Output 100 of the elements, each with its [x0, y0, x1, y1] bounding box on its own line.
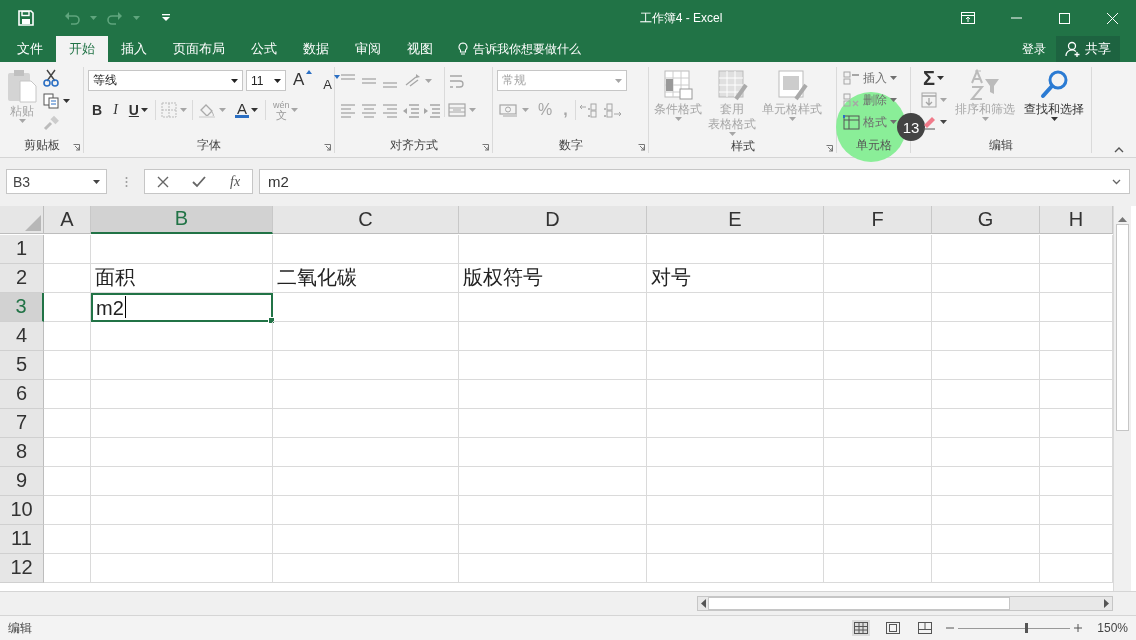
- text-orientation-icon[interactable]: [404, 72, 422, 89]
- row-header[interactable]: 1: [0, 234, 44, 264]
- align-right-icon[interactable]: [381, 101, 399, 118]
- zoom-level[interactable]: 150%: [1088, 621, 1128, 636]
- customize-toolbar-icon[interactable]: [162, 14, 170, 22]
- row-header[interactable]: 5: [0, 350, 44, 380]
- ribbon-tab[interactable]: 数据: [290, 36, 342, 62]
- caret-icon[interactable]: [940, 120, 947, 124]
- autosum-button[interactable]: Σ: [919, 67, 949, 89]
- scrollbar-thumb[interactable]: [1116, 223, 1129, 431]
- row-header[interactable]: 11: [0, 524, 44, 554]
- scissors-icon[interactable]: [43, 69, 59, 87]
- align-left-icon[interactable]: [339, 101, 357, 118]
- caret-icon[interactable]: [231, 78, 238, 83]
- slider-thumb[interactable]: [1025, 622, 1029, 633]
- increase-indent-icon[interactable]: [423, 101, 441, 118]
- ribbon-tab[interactable]: 插入: [108, 36, 160, 62]
- decrease-font-size-button[interactable]: A: [319, 69, 344, 92]
- table-cell: 版权符号: [459, 263, 647, 293]
- ribbon-tab[interactable]: 开始: [56, 36, 108, 62]
- row-header[interactable]: 4: [0, 321, 44, 351]
- caret-icon[interactable]: [1050, 117, 1058, 121]
- caret-icon[interactable]: [274, 78, 281, 83]
- font-name-dropdown[interactable]: 等线: [88, 70, 243, 91]
- copy-icon[interactable]: [43, 93, 59, 109]
- ribbon-tab[interactable]: 公式: [238, 36, 290, 62]
- redo-icon[interactable]: [107, 11, 123, 25]
- ribbon-button[interactable]: 查找和选择: [1021, 67, 1087, 137]
- zoom-in-icon[interactable]: [1074, 624, 1082, 633]
- row-header[interactable]: 2: [0, 263, 44, 293]
- insert-cells-icon: [843, 70, 860, 86]
- row-header[interactable]: 9: [0, 466, 44, 496]
- scroll-left-icon[interactable]: [700, 599, 706, 609]
- caret-icon[interactable]: [250, 107, 258, 112]
- ribbon-tab[interactable]: 页面布局: [160, 36, 238, 62]
- expand-icon[interactable]: [1112, 178, 1121, 185]
- sign-in-link[interactable]: 登录: [1022, 40, 1046, 58]
- fill-down-icon[interactable]: [921, 92, 937, 108]
- increase-decimal-icon[interactable]: [578, 101, 599, 118]
- save-icon[interactable]: [18, 10, 34, 26]
- ribbon-tab[interactable]: 审阅: [342, 36, 394, 62]
- eraser-icon[interactable]: [921, 114, 937, 130]
- row-header[interactable]: 10: [0, 495, 44, 525]
- triangle-down-icon: [334, 74, 340, 79]
- caret-icon[interactable]: [140, 107, 148, 112]
- horizontal-scrollbar[interactable]: [697, 596, 1113, 612]
- row-header[interactable]: 12: [0, 553, 44, 583]
- select-all-icon[interactable]: [25, 214, 41, 231]
- ribbon-tab[interactable]: 文件: [4, 36, 56, 62]
- zoom-out-icon[interactable]: [946, 627, 954, 630]
- merge-cells-icon[interactable]: [448, 101, 466, 118]
- row-header[interactable]: 8: [0, 437, 44, 467]
- column-header[interactable]: B: [91, 205, 273, 234]
- undo-icon[interactable]: [64, 11, 80, 25]
- align-center-icon[interactable]: [360, 101, 378, 118]
- currency-icon[interactable]: [499, 101, 519, 118]
- share-button[interactable]: 共享: [1056, 36, 1120, 62]
- caret-icon[interactable]: [63, 99, 70, 103]
- font-size-dropdown[interactable]: 11: [246, 70, 286, 91]
- dialog-launcher-icon[interactable]: [826, 145, 833, 152]
- underline-button[interactable]: U: [124, 98, 152, 121]
- format-painter-icon[interactable]: [43, 115, 59, 131]
- formula-input[interactable]: m2: [259, 169, 1130, 195]
- row-header[interactable]: 3: [0, 292, 44, 322]
- italic-button[interactable]: I: [109, 98, 122, 121]
- wrap-text-icon[interactable]: [448, 72, 466, 89]
- dialog-launcher-icon[interactable]: [324, 144, 331, 151]
- row-header[interactable]: 6: [0, 379, 44, 409]
- column-header[interactable]: A: [44, 205, 91, 234]
- font-color-button[interactable]: A: [230, 98, 262, 121]
- decrease-indent-icon[interactable]: [402, 101, 420, 118]
- cancel-button[interactable]: [156, 175, 169, 188]
- active-cell[interactable]: m2: [91, 292, 273, 322]
- scroll-right-icon[interactable]: [1104, 599, 1110, 609]
- column-header[interactable]: E: [647, 205, 824, 234]
- dialog-launcher-icon[interactable]: [73, 144, 80, 151]
- borders-icon[interactable]: [160, 101, 177, 118]
- bold-button[interactable]: B: [88, 98, 107, 121]
- name-box[interactable]: B3: [6, 169, 107, 195]
- collapse-ribbon-icon[interactable]: [1114, 147, 1124, 153]
- dialog-launcher-icon[interactable]: [638, 144, 645, 151]
- fill-handle[interactable]: [268, 316, 275, 324]
- column-header[interactable]: H: [1040, 205, 1113, 234]
- insert-function-button[interactable]: fx: [230, 173, 241, 190]
- dialog-launcher-icon[interactable]: [482, 144, 489, 151]
- column-header[interactable]: C: [273, 205, 459, 234]
- view-button[interactable]: [884, 620, 902, 637]
- caret-icon[interactable]: [93, 179, 100, 184]
- column-header[interactable]: G: [932, 205, 1040, 234]
- column-header[interactable]: D: [459, 205, 647, 234]
- decrease-decimal-icon[interactable]: [601, 101, 622, 118]
- tell-me-search-field[interactable]: 告诉我你想要做什么: [473, 40, 581, 58]
- ribbon-tab[interactable]: 视图: [394, 36, 446, 62]
- column-header[interactable]: F: [824, 205, 932, 234]
- view-button[interactable]: [916, 620, 934, 637]
- caret-icon[interactable]: [937, 76, 944, 80]
- view-button[interactable]: [852, 620, 870, 637]
- increase-font-size-button[interactable]: A: [289, 69, 317, 92]
- row-header[interactable]: 7: [0, 408, 44, 438]
- enter-button[interactable]: [192, 175, 207, 188]
